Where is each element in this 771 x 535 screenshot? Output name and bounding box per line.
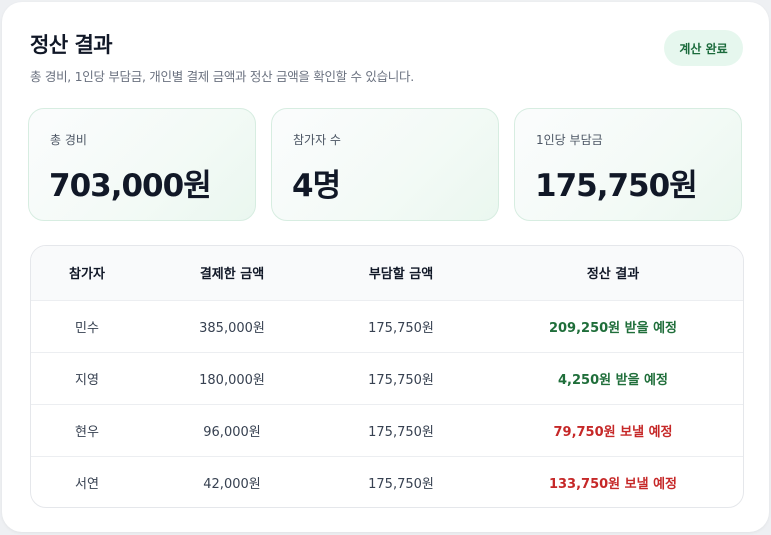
share-amount: 175,750원 [368,372,434,388]
settlement-result: 133,750원 보낼 예정 [548,476,678,492]
paid-amount: 42,000원 [203,476,261,492]
stat-label: 총 경비 [50,133,87,147]
stat-value: 175,750원 [535,168,698,204]
table-row: 서연 42,000원 175,750원 133,750원 보낼 예정 [31,456,743,507]
column-header-share: 부담할 금액 [368,267,434,283]
participant-name: 지영 [75,372,99,388]
column-header-participant: 참가자 [69,267,105,283]
stat-value: 703,000원 [49,168,212,204]
table-header-row: 참가자 결제한 금액 부담할 금액 정산 결과 [31,246,743,300]
settlement-result-card: 정산 결과 총 경비, 1인당 부담금, 개인별 결제 금액과 정산 금액을 확… [2,2,769,532]
paid-amount: 385,000원 [199,320,265,336]
share-amount: 175,750원 [368,320,434,336]
share-amount: 175,750원 [368,424,434,440]
settlement-table: 참가자 결제한 금액 부담할 금액 정산 결과 민수 385,000원 175,… [30,245,744,508]
stat-label: 1인당 부담금 [536,133,603,147]
share-amount: 175,750원 [368,476,434,492]
participant-name: 서연 [75,476,99,492]
paid-amount: 180,000원 [199,372,265,388]
status-badge: 계산 완료 [664,30,743,66]
settlement-result: 4,250원 받을 예정 [558,372,668,388]
stat-value: 4명 [292,168,341,204]
page-title: 정산 결과 [30,33,113,57]
participant-name: 현우 [75,424,99,440]
column-header-paid: 결제한 금액 [199,267,265,283]
settlement-result: 209,250원 받을 예정 [548,320,678,336]
table-row: 현우 96,000원 175,750원 79,750원 보낼 예정 [31,404,743,456]
paid-amount: 96,000원 [203,424,261,440]
settlement-result: 79,750원 보낼 예정 [553,424,673,440]
page-subtitle: 총 경비, 1인당 부담금, 개인별 결제 금액과 정산 금액을 확인할 수 있… [30,69,414,84]
participant-name: 민수 [75,320,99,336]
table-row: 지영 180,000원 175,750원 4,250원 받을 예정 [31,352,743,404]
stat-card-participant-count: 참가자 수 4명 [271,108,499,221]
stat-label: 참가자 수 [293,133,341,147]
stat-card-per-person-share: 1인당 부담금 175,750원 [514,108,742,221]
stat-card-total-expense: 총 경비 703,000원 [28,108,256,221]
column-header-result: 정산 결과 [586,267,640,283]
table-row: 민수 385,000원 175,750원 209,250원 받을 예정 [31,300,743,352]
